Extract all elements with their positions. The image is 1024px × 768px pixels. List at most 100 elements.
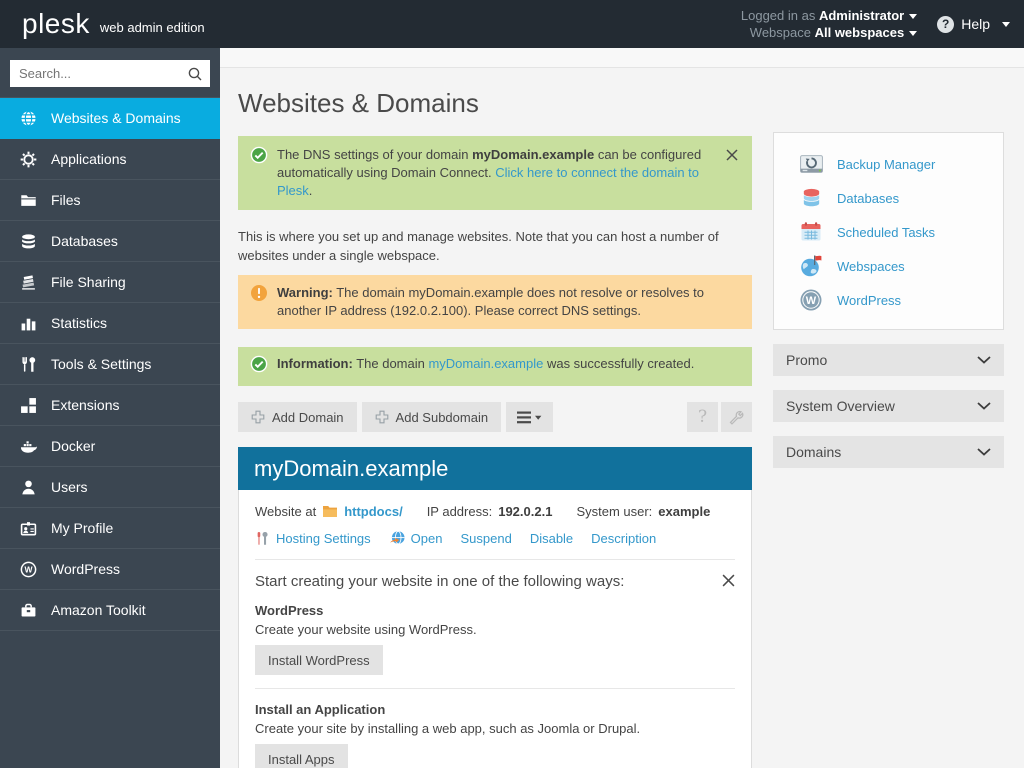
plus-icon [251,410,265,424]
bar-chart-icon [20,315,37,332]
sidebar-item-extensions[interactable]: Extensions [0,385,220,426]
panel-label: System Overview [786,398,895,414]
shortcut-wordpress[interactable]: W WordPress [798,283,993,317]
edition-label: web admin edition [100,20,205,39]
getting-started-header: Start creating your website in one of th… [255,573,735,590]
created-domain-link[interactable]: myDomain.example [428,356,543,371]
disable-link[interactable]: Disable [530,531,573,546]
question-icon: ? [698,407,707,427]
close-icon[interactable] [722,574,735,590]
domain-created-text: Information: The domain myDomain.example… [277,355,740,373]
shortcut-webspaces[interactable]: Webspaces [798,249,993,283]
help-menu[interactable]: ? Help [937,16,1010,33]
sidebar-item-wordpress[interactable]: W WordPress [0,549,220,590]
install-application-option: Install an Application Create your site … [255,702,735,768]
sidebar-item-label: Docker [51,438,95,454]
chevron-down-icon [1002,22,1010,27]
content-column: Websites & Domains The DNS settings of y… [238,68,752,768]
shortcut-databases[interactable]: Databases [798,181,993,215]
domain-card: myDomain.example Website at httpdocs/ IP… [238,447,752,768]
sidebar-item-file-sharing[interactable]: File Sharing [0,262,220,303]
ip-label: IP address: [427,504,493,519]
sidebar-item-label: WordPress [51,561,120,577]
chevron-down-icon[interactable] [909,31,917,36]
wrench-icon [728,409,745,426]
close-icon[interactable] [724,146,740,168]
install-apps-button[interactable]: Install Apps [255,744,348,768]
user-icon [20,479,37,496]
sidebar-item-websites-domains[interactable]: Websites & Domains [0,98,220,139]
sidebar-item-label: Databases [51,233,118,249]
sidebar-item-databases[interactable]: Databases [0,221,220,262]
suspend-link[interactable]: Suspend [460,531,511,546]
gear-icon [20,151,37,168]
customize-icon-button[interactable] [721,402,752,432]
hamburger-menu-icon [517,411,542,424]
plesk-logo: plesk web admin edition [22,9,205,39]
sidebar-item-label: Tools & Settings [51,356,151,372]
description-link[interactable]: Description [591,531,656,546]
add-subdomain-button[interactable]: Add Subdomain [362,402,502,432]
promo-panel-toggle[interactable]: Promo [773,344,1004,376]
shortcut-label[interactable]: Webspaces [837,259,905,274]
sidebar-item-label: File Sharing [51,274,126,290]
domains-panel-toggle[interactable]: Domains [773,436,1004,468]
sidebar-item-files[interactable]: Files [0,180,220,221]
database-stack-icon [798,187,824,210]
option-name: WordPress [255,603,735,618]
main-top-strip [220,48,1024,68]
more-actions-menu-button[interactable] [506,402,553,432]
shortcut-label[interactable]: Backup Manager [837,157,935,172]
docker-whale-icon [20,439,37,454]
tools-icon [20,356,37,373]
domain-card-header: myDomain.example [238,447,752,490]
id-card-icon [20,520,37,537]
domains-toolbar: Add Domain Add Subdomain ? [238,402,752,432]
sidebar-item-amazon-toolkit[interactable]: Amazon Toolkit [0,590,220,631]
dns-connect-alert: The DNS settings of your domain myDomain… [238,136,752,210]
shortcut-backup-manager[interactable]: Backup Manager [798,147,993,181]
open-globe-icon [389,530,405,546]
add-domain-button[interactable]: Add Domain [238,402,357,432]
user-menu[interactable]: Administrator [819,8,904,23]
domain-name: myDomain.example [472,147,594,162]
svg-text:W: W [24,564,33,574]
wordpress-logo-icon: W [798,288,824,312]
shortcut-scheduled-tasks[interactable]: Scheduled Tasks [798,215,993,249]
system-user-value: example [658,504,710,519]
help-icon-button[interactable]: ? [687,402,718,432]
system-overview-panel-toggle[interactable]: System Overview [773,390,1004,422]
sidebar-item-label: My Profile [51,520,113,536]
panel-label: Promo [786,352,827,368]
sidebar-item-tools-settings[interactable]: Tools & Settings [0,344,220,385]
sidebar-item-label: Statistics [51,315,107,331]
plus-icon [375,410,389,424]
sidebar-item-label: Amazon Toolkit [51,602,146,618]
chevron-down-icon [977,402,991,410]
sidebar-item-users[interactable]: Users [0,467,220,508]
sidebar-item-applications[interactable]: Applications [0,139,220,180]
search-input[interactable] [10,60,210,87]
shortcut-label[interactable]: WordPress [837,293,901,308]
main-area: Websites & Domains The DNS settings of y… [220,48,1024,768]
open-site-link[interactable]: Open [389,530,443,546]
docroot-link[interactable]: httpdocs/ [344,504,403,519]
hosting-settings-link[interactable]: Hosting Settings [255,531,371,546]
chevron-down-icon[interactable] [909,14,917,19]
domain-created-alert: Information: The domain myDomain.example… [238,347,752,386]
webspace-selector[interactable]: All webspaces [815,25,905,40]
sidebar-item-my-profile[interactable]: My Profile [0,508,220,549]
option-name: Install an Application [255,702,735,717]
chevron-down-icon [977,356,991,364]
search-icon[interactable] [187,66,203,82]
install-wordpress-button[interactable]: Install WordPress [255,645,383,675]
database-icon [20,233,37,250]
sidebar-item-docker[interactable]: Docker [0,426,220,467]
shortcut-label[interactable]: Databases [837,191,899,206]
calendar-icon [798,220,824,244]
sidebar: Websites & Domains Applications Files Da… [0,48,220,768]
shortcut-label[interactable]: Scheduled Tasks [837,225,935,240]
domain-actions: Hosting Settings Open Suspend Disable De… [255,530,735,546]
sidebar-item-statistics[interactable]: Statistics [0,303,220,344]
system-user-label: System user: [576,504,652,519]
